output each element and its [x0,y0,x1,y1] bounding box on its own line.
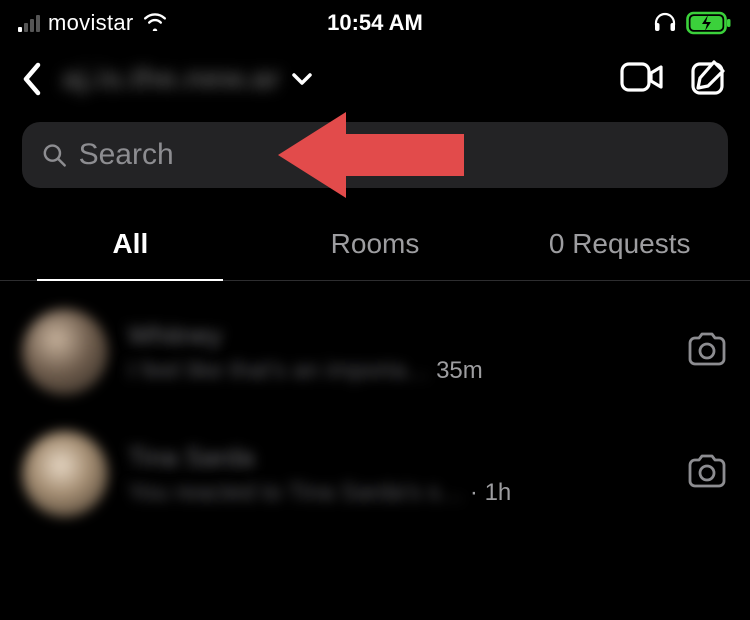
headphones-icon [652,10,678,37]
clock-label: 10:54 AM [327,10,423,36]
camera-button[interactable] [686,332,728,373]
search-bar[interactable] [22,122,728,188]
account-name: aj.is.the.new.ar [62,62,281,96]
conversation-row[interactable]: Whitney I feel like that's an importa… 3… [0,291,750,413]
conversation-list: Whitney I feel like that's an importa… 3… [0,281,750,535]
compose-button[interactable] [690,58,730,101]
video-call-button[interactable] [620,61,664,98]
tab-requests[interactable]: 0 Requests [497,216,742,280]
camera-icon [686,332,728,368]
video-icon [620,61,664,93]
status-bar: movistar 10:54 AM [0,0,750,44]
dm-header: aj.is.the.new.ar [0,44,750,122]
back-button[interactable] [20,61,56,97]
conversation-name: Tina Sarda [128,442,658,473]
status-right [652,10,732,37]
dm-tabs: All Rooms 0 Requests [0,216,750,281]
search-icon [42,142,67,168]
account-switcher[interactable]: aj.is.the.new.ar [62,62,313,96]
avatar [22,309,108,395]
conversation-time: 35m [436,357,483,385]
wifi-icon [142,11,168,36]
conversation-row[interactable]: Tina Sarda You reacted to Tina Sarda's s… [0,413,750,535]
cell-signal-icon [18,14,40,32]
chevron-down-icon [291,70,313,88]
camera-button[interactable] [686,454,728,495]
compose-icon [690,58,730,96]
chevron-left-icon [20,61,42,97]
status-left: movistar [18,10,168,36]
avatar [22,431,108,517]
conversation-time: · 1h [470,479,511,507]
search-input[interactable] [79,138,708,172]
battery-charging-icon [686,11,732,35]
conversation-name: Whitney [128,320,658,351]
carrier-label: movistar [48,10,134,36]
tab-all[interactable]: All [8,216,253,280]
camera-icon [686,454,728,490]
conversation-preview: I feel like that's an importa… [128,357,430,385]
tab-rooms[interactable]: Rooms [253,216,498,280]
conversation-preview: You reacted to Tina Sarda's s… [128,479,464,507]
